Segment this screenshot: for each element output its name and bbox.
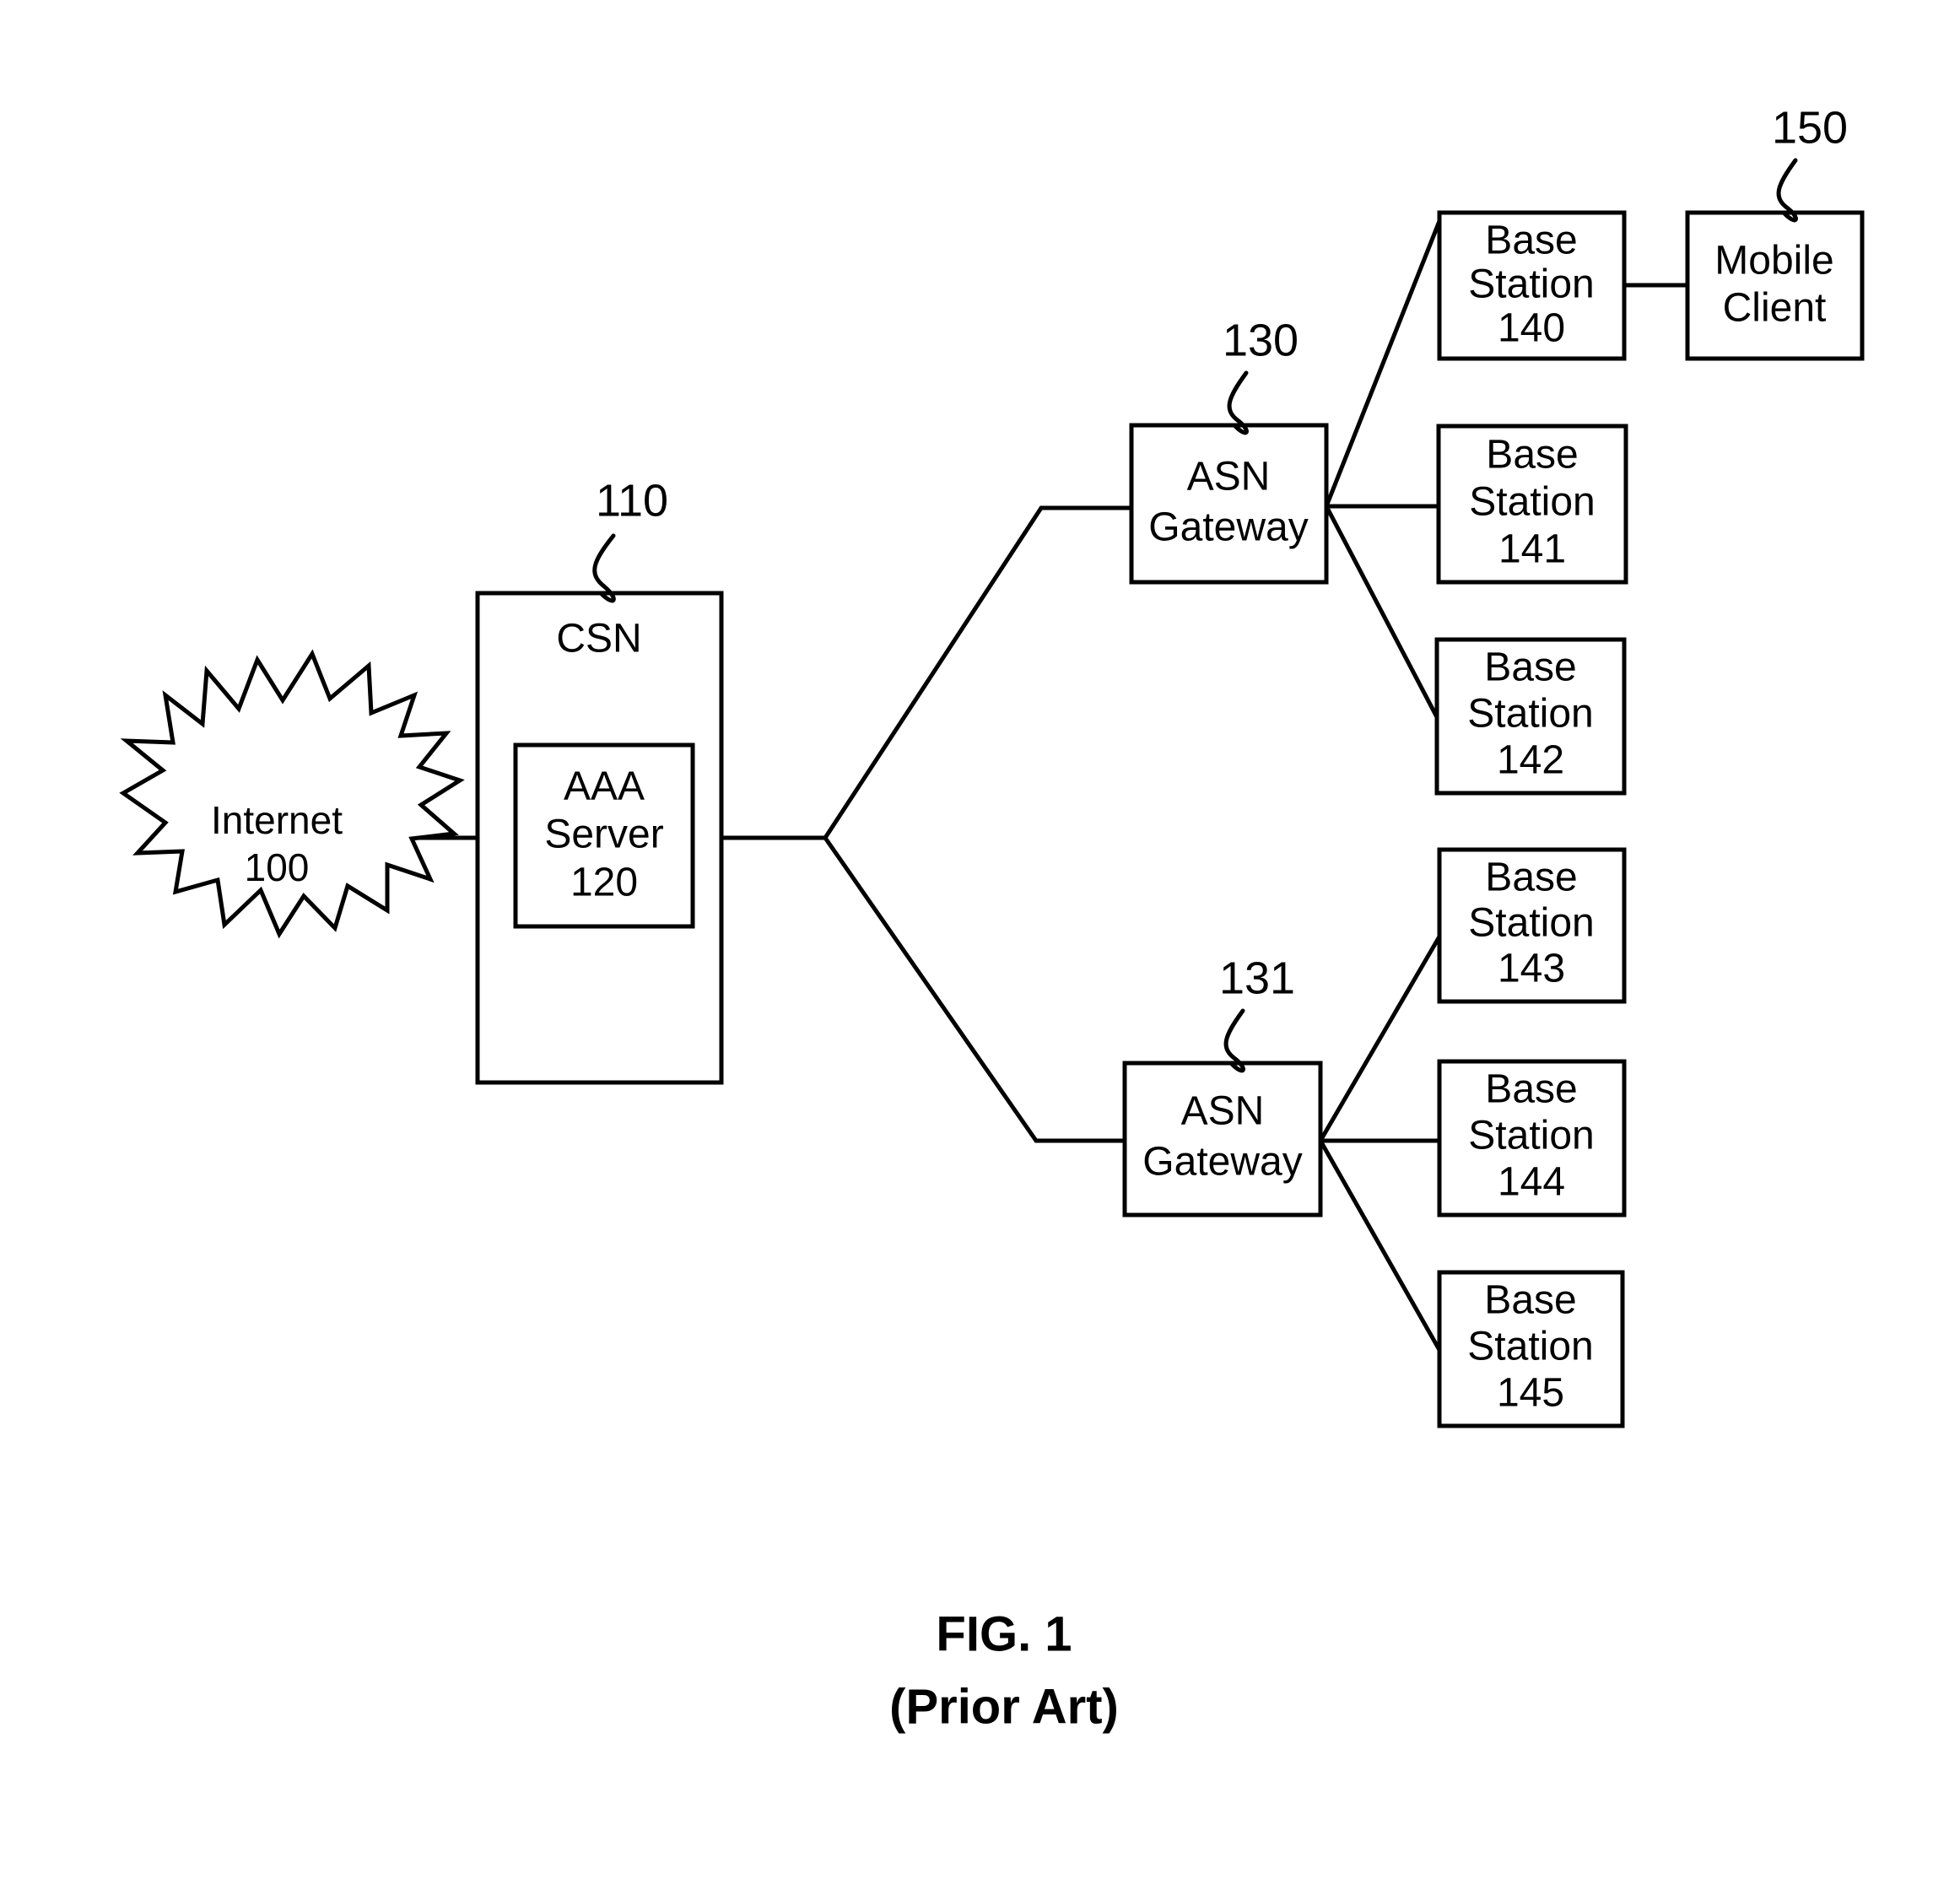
base-station-143-node[interactable]: Base Station 143 (1437, 847, 1627, 1004)
base-station-144-node[interactable]: Base Station 144 (1437, 1059, 1627, 1217)
base-station-140-label-line2: Station (1468, 262, 1594, 307)
asn-gateway-130-label-line1: ASN (1187, 455, 1271, 499)
figure-caption-line1: FIG. 1 (936, 1606, 1072, 1661)
link-asn-gateway-131-to-base-station-143 (1317, 933, 1443, 1144)
link-asn-gateway-130-to-base-station-140 (1323, 218, 1443, 510)
link-asn-gateway-130-to-base-station-142 (1323, 503, 1440, 721)
mobile-client-node[interactable]: Mobile Client (1685, 210, 1865, 361)
mobile-client-label-line1: Mobile (1714, 239, 1833, 283)
csn-label: CSN (556, 617, 641, 661)
asn-gateway-130-node[interactable]: ASN Gateway (1129, 423, 1329, 585)
base-station-144-label-line1: Base (1485, 1067, 1577, 1112)
asn-gateway-130-ref-number: 130 (1223, 315, 1299, 365)
base-station-144-ref-label: 144 (1498, 1160, 1565, 1205)
patent-figure: Internet 100 CSN AAA Server 120 110 ASN … (0, 0, 1960, 1895)
base-station-143-label-line1: Base (1485, 856, 1577, 900)
csn-leader-squiggle (592, 533, 616, 603)
mobile-client-label-line2: Client (1723, 286, 1827, 331)
asn-gateway-131-node[interactable]: ASN Gateway (1122, 1061, 1323, 1217)
aaa-server-ref-label: 120 (570, 861, 638, 905)
asn-gateway-131-ref-number: 131 (1219, 953, 1295, 1003)
base-station-141-ref-label: 141 (1498, 527, 1566, 572)
internet-cloud-label-line1: Internet (211, 798, 343, 842)
base-station-144-label-line2: Station (1468, 1114, 1594, 1158)
base-station-145-ref-label: 145 (1497, 1371, 1564, 1416)
network-architecture-diagram: Internet 100 CSN AAA Server 120 110 ASN … (119, 102, 1865, 1734)
base-station-141-label-line1: Base (1486, 433, 1578, 478)
asn-gateway-130-box (1129, 423, 1329, 585)
csn-reference-callout: 110 (592, 475, 668, 603)
asn-gateway-131-reference-callout: 131 (1219, 953, 1295, 1073)
base-station-142-label-line1: Base (1484, 645, 1576, 690)
base-station-140-node[interactable]: Base Station 140 (1437, 210, 1627, 361)
aaa-server-node[interactable]: AAA Server 120 (513, 742, 695, 929)
base-station-141-node[interactable]: Base Station 141 (1436, 424, 1628, 585)
base-station-142-ref-label: 142 (1497, 738, 1564, 783)
base-station-142-label-line2: Station (1467, 692, 1593, 737)
link-junction-to-asn-gateway-131 (822, 834, 1127, 1143)
link-asn-gateway-131-to-base-station-145 (1317, 1137, 1443, 1353)
internet-cloud-node[interactable]: Internet 100 (119, 649, 465, 939)
base-station-145-label-line2: Station (1467, 1325, 1593, 1369)
asn-gateway-131-label-line2: Gateway (1142, 1140, 1302, 1185)
base-station-145-node[interactable]: Base Station 145 (1437, 1270, 1625, 1428)
asn-gateway-130-reference-callout: 130 (1223, 315, 1299, 435)
base-station-145-label-line1: Base (1484, 1278, 1576, 1323)
base-station-141-label-line2: Station (1469, 480, 1595, 525)
figure-caption: FIG. 1 (Prior Art) (889, 1606, 1119, 1734)
mobile-client-reference-callout: 150 (1772, 102, 1848, 223)
figure-caption-line2: (Prior Art) (889, 1679, 1119, 1734)
base-station-140-label-line1: Base (1485, 219, 1577, 263)
base-station-140-ref-label: 140 (1498, 306, 1565, 351)
base-station-143-ref-label: 143 (1498, 947, 1565, 991)
aaa-server-label-line2: Server (544, 813, 663, 857)
base-station-143-label-line2: Station (1468, 901, 1594, 946)
aaa-server-label-line1: AAA (564, 764, 645, 809)
mobile-client-ref-number: 150 (1772, 102, 1848, 153)
asn-gateway-130-label-line2: Gateway (1148, 505, 1308, 550)
base-station-142-node[interactable]: Base Station 142 (1434, 637, 1627, 796)
internet-cloud-ref: 100 (245, 845, 310, 889)
asn-gateway-131-label-line1: ASN (1181, 1089, 1265, 1134)
csn-ref-number: 110 (596, 475, 668, 526)
csn-node[interactable]: CSN AAA Server 120 (475, 591, 724, 1085)
cloud-icon (119, 649, 465, 939)
link-junction-to-asn-gateway-130 (822, 505, 1134, 841)
